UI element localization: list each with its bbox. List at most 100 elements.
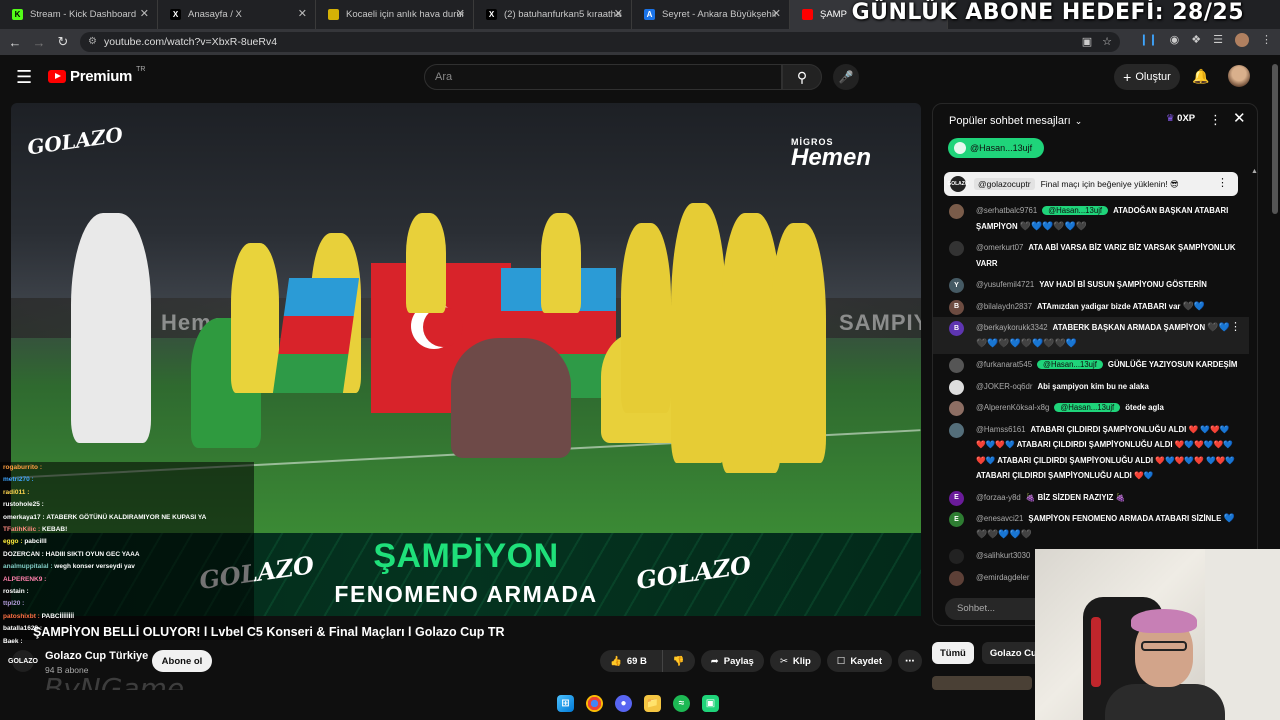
discord-icon[interactable]: ● [615, 695, 632, 712]
bookmark-star-icon[interactable]: ☆ [1102, 35, 1112, 48]
chat-scrollbar[interactable]: ▲ [1251, 168, 1257, 588]
chat-author-avatar[interactable] [949, 204, 964, 219]
notifications-bell-icon[interactable]: 🔔 [1192, 68, 1209, 85]
chat-author-avatar[interactable] [949, 570, 964, 586]
extension-icon-1[interactable]: ❙❙ [1139, 33, 1157, 47]
chat-author-avatar[interactable]: E [949, 490, 964, 506]
chat-author-avatar[interactable] [949, 241, 964, 256]
dislike-button[interactable]: 👎 [661, 650, 695, 672]
windows-start-icon[interactable]: ⊞ [557, 695, 574, 712]
subscribe-button[interactable]: Abone ol [152, 650, 212, 672]
extensions-puzzle-icon[interactable]: ❖ [1191, 33, 1201, 47]
spotify-icon[interactable]: ≈ [673, 695, 690, 712]
chat-author-handle[interactable]: @omerkurt07 [976, 243, 1023, 252]
extension-icon-2[interactable]: ◉ [1170, 33, 1180, 47]
browser-tab[interactable]: X Anasayfa / X ✕ [158, 0, 316, 29]
chat-author-handle[interactable]: @salihkurt3030 [976, 551, 1030, 560]
chat-author-avatar[interactable]: B [949, 321, 964, 336]
chat-message[interactable]: @serhatbalc9761 @Hasan...13ujf ATADOĞAN BA… [933, 200, 1249, 237]
chat-message[interactable]: B @bilalaydn2837 ATAmızdan yadigar bizde A… [933, 296, 1249, 318]
chat-author-handle[interactable]: @emirdagdeler [976, 573, 1029, 582]
filter-chip[interactable]: Tümü [932, 642, 974, 664]
chat-message[interactable]: @JOKER-oq6dr Abi şampiyon kim bu ne alaka [933, 376, 1249, 398]
chat-author-handle[interactable]: @AlperenKöksal-x8g [976, 403, 1049, 412]
clip-button[interactable]: ✂ Klip [769, 650, 821, 672]
chat-message[interactable]: @omerkurt07 ATA ABİ VARSA BİZ VARIZ BİZ V… [933, 237, 1249, 274]
browser-tab[interactable]: A Seyret - Ankara Büyükşehir Bele✕ [632, 0, 790, 29]
browser-tab[interactable]: K Stream - Kick Dashboard ✕ [0, 0, 158, 29]
create-button[interactable]: + Oluştur [1114, 64, 1180, 90]
chat-message[interactable]: Y @yusufemil4721 YAV HADİ Bİ SUSUN ŞAMPİYO… [933, 274, 1249, 296]
tab-close-icon[interactable]: ✕ [614, 7, 623, 20]
reading-list-icon[interactable]: ☰ [1213, 33, 1223, 47]
tab-close-icon[interactable]: ✕ [298, 7, 307, 20]
chat-message-more-icon[interactable]: ⋮ [1230, 320, 1241, 336]
account-avatar[interactable] [1228, 65, 1250, 87]
file-explorer-icon[interactable]: 📁 [644, 695, 661, 712]
chat-message[interactable]: @furkanarat545 @Hasan...13ujf GÜNLÜĞE YAZI… [933, 354, 1249, 376]
channel-name[interactable]: Golazo Cup Türkiye [45, 650, 148, 662]
chat-author-avatar[interactable] [949, 549, 964, 564]
browser-menu-icon[interactable]: ⋮ [1261, 33, 1272, 47]
browser-tab[interactable]: Kocaeli için anlık hava durumu,✕ [316, 0, 474, 29]
search-button[interactable]: ⚲ [782, 64, 822, 90]
chat-author-avatar[interactable] [949, 422, 964, 438]
chat-message[interactable]: @AlperenKöksal-x8g @Hasan...13ujf ötede ag… [933, 397, 1249, 419]
overlay-chat-message: pabcilll [24, 538, 47, 546]
browser-tab[interactable]: X (2) batuhanfurkan5 kıraathanes✕ [474, 0, 632, 29]
scroll-up-arrow-icon[interactable]: ▲ [1251, 168, 1257, 175]
save-button[interactable]: ☐ Kaydet [826, 650, 892, 672]
mention-chip[interactable]: @Hasan...13ujf [948, 138, 1045, 158]
hamburger-menu-icon[interactable]: ☰ [16, 67, 32, 88]
pinned-handle[interactable]: @golazocuptr [974, 178, 1035, 190]
chat-author-handle[interactable]: @JOKER-oq6dr [976, 382, 1032, 391]
chat-author-avatar[interactable] [949, 379, 964, 395]
voice-search-button[interactable]: 🎤 [833, 64, 859, 90]
forward-icon[interactable]: → [27, 35, 51, 50]
tab-close-icon[interactable]: ✕ [772, 7, 781, 20]
xp-badge[interactable]: ♛ 0XP [1166, 113, 1195, 124]
youtube-premium-logo[interactable]: Premium TR [48, 66, 145, 85]
like-button[interactable]: 👍 69 B [600, 650, 657, 672]
app-icon[interactable]: ▣ [702, 695, 719, 712]
browser-profile-avatar[interactable] [1235, 33, 1249, 47]
back-icon[interactable]: ← [3, 35, 27, 50]
share-button[interactable]: ➦ Paylaş [700, 650, 764, 672]
chat-author-avatar[interactable]: B [949, 299, 964, 315]
reload-icon[interactable]: ↻ [51, 34, 75, 50]
channel-avatar[interactable]: GOLAZO [8, 650, 38, 672]
chat-author-handle[interactable]: @yusufemil4721 [976, 280, 1034, 289]
chat-message[interactable]: E @enesavci21 ŞAMPİYON FENOMENO ARMADA ATA… [933, 508, 1249, 545]
chat-author-handle[interactable]: @forzaa-y8d [976, 493, 1021, 502]
chat-author-avatar[interactable] [949, 358, 964, 373]
search-input[interactable]: Ara [424, 64, 782, 90]
tab-close-icon[interactable]: ✕ [456, 7, 465, 20]
site-info-icon[interactable]: ⚙ [88, 36, 97, 47]
url-input[interactable]: ⚙ youtube.com/watch?v=XbxR-8ueRv4 ▣ ☆ [80, 32, 1120, 52]
chat-mention-chip[interactable]: @Hasan...13ujf [1037, 360, 1103, 369]
chat-message[interactable]: B @berkaykorukk3342 ATABERK BAŞKAN ARMADA … [933, 317, 1249, 354]
page-scrollbar[interactable] [1272, 64, 1278, 214]
pinned-more-icon[interactable]: ⋮ [1217, 176, 1228, 189]
chat-author-avatar[interactable]: Y [949, 278, 964, 293]
stream-overlay-chat: rogaburrito : metri270 : radi011 : rusto… [0, 462, 254, 645]
close-icon[interactable]: ✕ [1233, 109, 1246, 127]
chat-author-avatar[interactable]: E [949, 512, 964, 527]
chat-message[interactable]: @Hamss6161 ATABARI ÇILDIRDI ŞAMPİYONLUĞU … [933, 419, 1249, 487]
chat-author-handle[interactable]: @furkanarat545 [976, 360, 1032, 369]
chat-message[interactable]: E @forzaa-y8d 🍇 BİZ SİZDEN RAZIYIZ 🍇 [933, 487, 1249, 509]
install-app-icon[interactable]: ▣ [1082, 35, 1092, 48]
chat-author-handle[interactable]: @berkaykorukk3342 [976, 323, 1048, 332]
chat-author-avatar[interactable] [949, 401, 964, 416]
chat-mention-chip[interactable]: @Hasan...13ujf [1054, 403, 1121, 412]
chat-more-icon[interactable]: ⋮ [1209, 112, 1222, 128]
tab-close-icon[interactable]: ✕ [140, 7, 149, 20]
chat-author-handle[interactable]: @serhatbalc9761 [976, 206, 1037, 215]
chat-author-handle[interactable]: @enesavci21 [976, 514, 1023, 523]
chat-author-handle[interactable]: @Hamss6161 [976, 425, 1026, 434]
more-actions-button[interactable]: ⋯ [898, 650, 922, 672]
chat-author-handle[interactable]: @bilalaydn2837 [976, 302, 1032, 311]
chat-mention-chip[interactable]: @Hasan...13ujf [1042, 206, 1109, 215]
recommended-thumbnail[interactable] [932, 676, 1032, 690]
chrome-icon[interactable] [586, 695, 603, 712]
